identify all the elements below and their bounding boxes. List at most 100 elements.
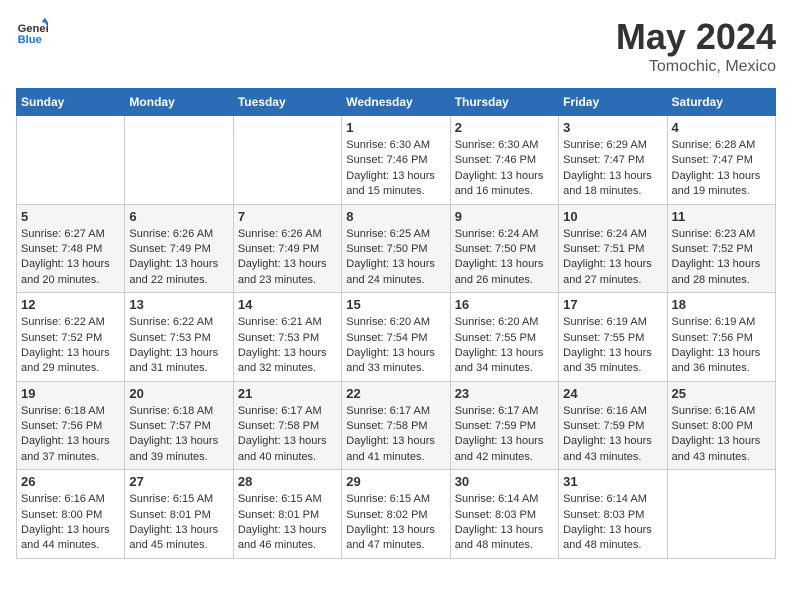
calendar-cell <box>667 470 775 559</box>
month-title: May 2024 <box>616 16 776 58</box>
day-detail: Sunrise: 6:14 AM Sunset: 8:03 PM Dayligh… <box>455 492 554 554</box>
day-number: 26 <box>21 474 120 489</box>
day-detail: Sunrise: 6:23 AM Sunset: 7:52 PM Dayligh… <box>672 227 771 289</box>
day-number: 6 <box>129 209 228 224</box>
calendar-cell <box>233 116 341 205</box>
calendar-cell: 11 Sunrise: 6:23 AM Sunset: 7:52 PM Dayli… <box>667 204 775 293</box>
day-detail: Sunrise: 6:16 AM Sunset: 8:00 PM Dayligh… <box>21 492 120 554</box>
day-detail: Sunrise: 6:17 AM Sunset: 7:58 PM Dayligh… <box>346 404 445 466</box>
day-detail: Sunrise: 6:22 AM Sunset: 7:52 PM Dayligh… <box>21 315 120 377</box>
day-detail: Sunrise: 6:24 AM Sunset: 7:51 PM Dayligh… <box>563 227 662 289</box>
calendar-cell: 9 Sunrise: 6:24 AM Sunset: 7:50 PM Daylig… <box>450 204 558 293</box>
day-number: 12 <box>21 297 120 312</box>
calendar-week-row: 26 Sunrise: 6:16 AM Sunset: 8:00 PM Dayli… <box>17 470 776 559</box>
day-detail: Sunrise: 6:20 AM Sunset: 7:54 PM Dayligh… <box>346 315 445 377</box>
day-number: 19 <box>21 386 120 401</box>
svg-text:General: General <box>18 23 48 35</box>
calendar-cell: 4Sunrise: 6:28 AM Sunset: 7:47 PM Daylig… <box>667 116 775 205</box>
svg-text:Blue: Blue <box>18 34 42 46</box>
day-number: 30 <box>455 474 554 489</box>
day-number: 2 <box>455 120 554 135</box>
day-detail: Sunrise: 6:16 AM Sunset: 7:59 PM Dayligh… <box>563 404 662 466</box>
day-number: 31 <box>563 474 662 489</box>
day-detail: Sunrise: 6:15 AM Sunset: 8:01 PM Dayligh… <box>129 492 228 554</box>
day-number: 1 <box>346 120 445 135</box>
day-number: 28 <box>238 474 337 489</box>
calendar-cell <box>125 116 233 205</box>
calendar-cell: 2 Sunrise: 6:30 AM Sunset: 7:46 PM Daylig… <box>450 116 558 205</box>
day-detail: Sunrise: 6:18 AM Sunset: 7:57 PM Dayligh… <box>129 404 228 466</box>
page-header: General Blue May 2024 Tomochic, Mexico <box>16 16 776 76</box>
calendar-cell: 6 Sunrise: 6:26 AM Sunset: 7:49 PM Daylig… <box>125 204 233 293</box>
day-header-thursday: Thursday <box>450 89 558 116</box>
day-number: 16 <box>455 297 554 312</box>
calendar-header-row: SundayMondayTuesdayWednesdayThursdayFrid… <box>17 89 776 116</box>
calendar-cell: 20 Sunrise: 6:18 AM Sunset: 7:57 PM Dayli… <box>125 381 233 470</box>
day-detail: Sunrise: 6:28 AM Sunset: 7:47 PM Dayligh… <box>672 138 771 200</box>
day-number: 9 <box>455 209 554 224</box>
day-number: 13 <box>129 297 228 312</box>
day-number: 18 <box>672 297 771 312</box>
day-detail: Sunrise: 6:24 AM Sunset: 7:50 PM Dayligh… <box>455 227 554 289</box>
calendar-cell: 23 Sunrise: 6:17 AM Sunset: 7:59 PM Dayli… <box>450 381 558 470</box>
title-block: May 2024 Tomochic, Mexico <box>616 16 776 76</box>
calendar-cell: 30 Sunrise: 6:14 AM Sunset: 8:03 PM Dayli… <box>450 470 558 559</box>
calendar-cell: 12 Sunrise: 6:22 AM Sunset: 7:52 PM Dayli… <box>17 293 125 382</box>
calendar-cell: 13 Sunrise: 6:22 AM Sunset: 7:53 PM Dayli… <box>125 293 233 382</box>
calendar-cell: 25Sunrise: 6:16 AM Sunset: 8:00 PM Dayli… <box>667 381 775 470</box>
day-detail: Sunrise: 6:14 AM Sunset: 8:03 PM Dayligh… <box>563 492 662 554</box>
day-detail: Sunrise: 6:20 AM Sunset: 7:55 PM Dayligh… <box>455 315 554 377</box>
calendar-cell: 1 Sunrise: 6:30 AM Sunset: 7:46 PM Daylig… <box>342 116 450 205</box>
day-detail: Sunrise: 6:26 AM Sunset: 7:49 PM Dayligh… <box>129 227 228 289</box>
day-number: 8 <box>346 209 445 224</box>
day-detail: Sunrise: 6:17 AM Sunset: 7:59 PM Dayligh… <box>455 404 554 466</box>
day-detail: Sunrise: 6:17 AM Sunset: 7:58 PM Dayligh… <box>238 404 337 466</box>
day-number: 27 <box>129 474 228 489</box>
logo: General Blue <box>16 16 48 48</box>
calendar-table: SundayMondayTuesdayWednesdayThursdayFrid… <box>16 88 776 559</box>
day-number: 22 <box>346 386 445 401</box>
location-title: Tomochic, Mexico <box>616 58 776 76</box>
day-number: 17 <box>563 297 662 312</box>
day-detail: Sunrise: 6:22 AM Sunset: 7:53 PM Dayligh… <box>129 315 228 377</box>
day-detail: Sunrise: 6:25 AM Sunset: 7:50 PM Dayligh… <box>346 227 445 289</box>
day-detail: Sunrise: 6:16 AM Sunset: 8:00 PM Dayligh… <box>672 404 771 466</box>
day-header-tuesday: Tuesday <box>233 89 341 116</box>
day-detail: Sunrise: 6:15 AM Sunset: 8:02 PM Dayligh… <box>346 492 445 554</box>
day-number: 10 <box>563 209 662 224</box>
day-header-monday: Monday <box>125 89 233 116</box>
calendar-week-row: 1 Sunrise: 6:30 AM Sunset: 7:46 PM Daylig… <box>17 116 776 205</box>
day-number: 21 <box>238 386 337 401</box>
day-detail: Sunrise: 6:27 AM Sunset: 7:48 PM Dayligh… <box>21 227 120 289</box>
calendar-cell: 22 Sunrise: 6:17 AM Sunset: 7:58 PM Dayli… <box>342 381 450 470</box>
calendar-cell: 15 Sunrise: 6:20 AM Sunset: 7:54 PM Dayli… <box>342 293 450 382</box>
calendar-week-row: 12 Sunrise: 6:22 AM Sunset: 7:52 PM Dayli… <box>17 293 776 382</box>
day-detail: Sunrise: 6:19 AM Sunset: 7:55 PM Dayligh… <box>563 315 662 377</box>
day-header-wednesday: Wednesday <box>342 89 450 116</box>
day-detail: Sunrise: 6:30 AM Sunset: 7:46 PM Dayligh… <box>455 138 554 200</box>
day-number: 29 <box>346 474 445 489</box>
day-number: 5 <box>21 209 120 224</box>
day-detail: Sunrise: 6:30 AM Sunset: 7:46 PM Dayligh… <box>346 138 445 200</box>
calendar-week-row: 19 Sunrise: 6:18 AM Sunset: 7:56 PM Dayli… <box>17 381 776 470</box>
day-detail: Sunrise: 6:18 AM Sunset: 7:56 PM Dayligh… <box>21 404 120 466</box>
day-number: 14 <box>238 297 337 312</box>
calendar-cell: 21 Sunrise: 6:17 AM Sunset: 7:58 PM Dayli… <box>233 381 341 470</box>
logo-icon: General Blue <box>16 16 48 48</box>
calendar-cell: 28Sunrise: 6:15 AM Sunset: 8:01 PM Dayli… <box>233 470 341 559</box>
day-number: 23 <box>455 386 554 401</box>
day-number: 11 <box>672 209 771 224</box>
calendar-cell <box>17 116 125 205</box>
calendar-cell: 26 Sunrise: 6:16 AM Sunset: 8:00 PM Dayli… <box>17 470 125 559</box>
calendar-cell: 29 Sunrise: 6:15 AM Sunset: 8:02 PM Dayli… <box>342 470 450 559</box>
day-number: 24 <box>563 386 662 401</box>
day-header-saturday: Saturday <box>667 89 775 116</box>
calendar-cell: 14Sunrise: 6:21 AM Sunset: 7:53 PM Dayli… <box>233 293 341 382</box>
calendar-cell: 31 Sunrise: 6:14 AM Sunset: 8:03 PM Dayli… <box>559 470 667 559</box>
calendar-cell: 16 Sunrise: 6:20 AM Sunset: 7:55 PM Dayli… <box>450 293 558 382</box>
day-number: 20 <box>129 386 228 401</box>
calendar-cell: 3Sunrise: 6:29 AM Sunset: 7:47 PM Daylig… <box>559 116 667 205</box>
day-number: 15 <box>346 297 445 312</box>
day-number: 3 <box>563 120 662 135</box>
calendar-cell: 24 Sunrise: 6:16 AM Sunset: 7:59 PM Dayli… <box>559 381 667 470</box>
